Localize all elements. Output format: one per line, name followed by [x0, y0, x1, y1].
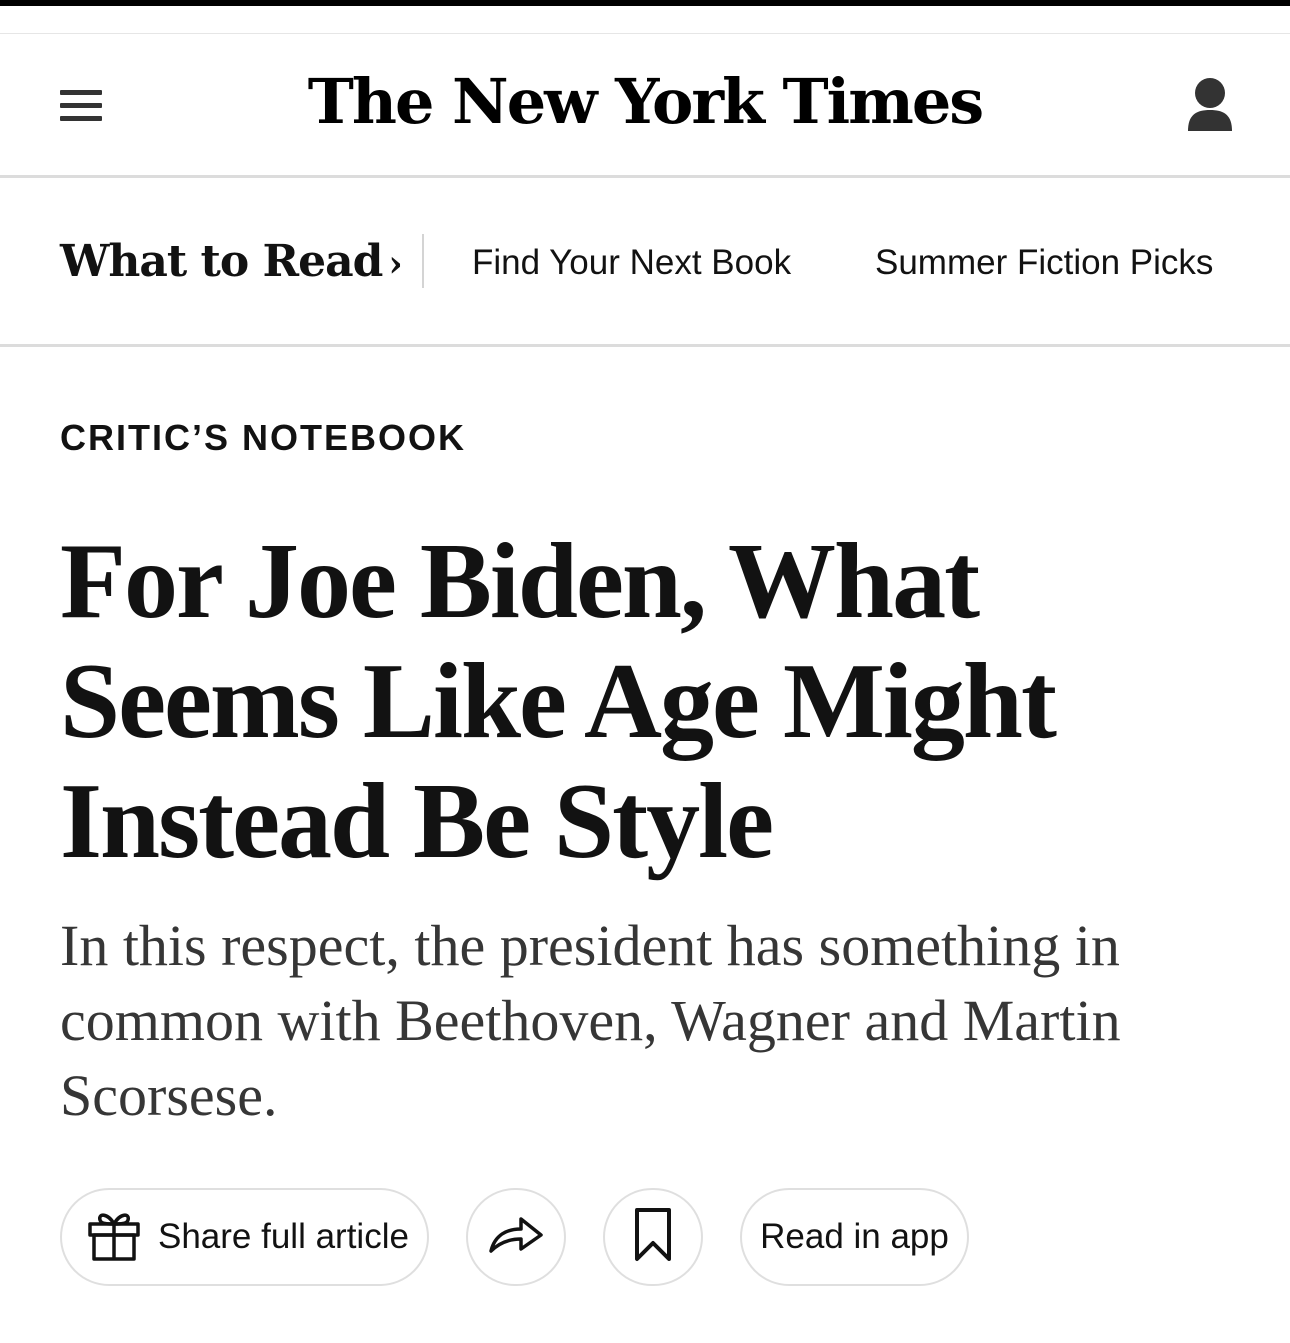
chevron-right-icon: ›: [388, 243, 402, 285]
read-in-app-label: Read in app: [760, 1217, 949, 1256]
bookmark-icon: [633, 1207, 673, 1268]
article-headline: For Joe Biden, What Seems Like Age Might…: [60, 522, 1057, 881]
share-arrow-icon: [487, 1215, 545, 1260]
share-full-article-label: Share full article: [158, 1217, 409, 1256]
nyt-logo[interactable]: The New York Times: [0, 62, 1290, 142]
subnav-link-find-next-book[interactable]: Find Your Next Book: [472, 242, 791, 284]
subnav-link-summer-fiction[interactable]: Summer Fiction Picks: [875, 242, 1213, 284]
read-in-app-button[interactable]: Read in app: [740, 1188, 969, 1286]
gift-icon: [86, 1207, 142, 1268]
subnav-separator: [422, 234, 424, 288]
top-black-bar: [0, 0, 1290, 6]
section-subnav: What to Read › Find Your Next Book Summer…: [0, 178, 1290, 344]
article-summary: In this respect, the president has somet…: [60, 913, 1121, 1128]
save-bookmark-button[interactable]: [603, 1188, 703, 1286]
subnav-divider: [0, 344, 1290, 347]
section-title-text: What to Read: [60, 236, 383, 287]
section-title-link[interactable]: What to Read ›: [60, 234, 403, 292]
account-user-icon[interactable]: [1186, 77, 1234, 135]
share-button[interactable]: [466, 1188, 566, 1286]
article-kicker[interactable]: CRITIC’S NOTEBOOK: [60, 416, 466, 460]
masthead: The New York Times: [0, 34, 1290, 176]
share-full-article-button[interactable]: Share full article: [60, 1188, 429, 1286]
